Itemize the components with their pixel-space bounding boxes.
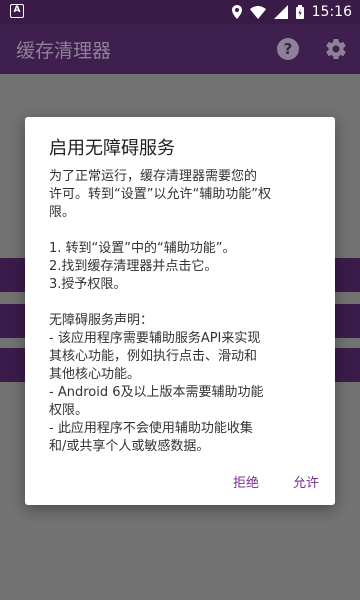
status-time: 15:16	[311, 4, 352, 20]
wifi-icon	[249, 5, 266, 19]
notice-heading: 无障碍服务声明：	[49, 313, 154, 328]
step-line: 3.授予权限。	[49, 277, 127, 292]
app-bar: 缓存清理器 ?	[0, 24, 360, 74]
location-icon	[231, 5, 242, 19]
notification-a-icon: A	[10, 4, 24, 18]
notice-line: - 该应用程序需要辅助服务API来实现	[49, 331, 261, 346]
dialog-title: 启用无障碍服务	[49, 138, 175, 159]
accessibility-dialog: 启用无障碍服务 为了正常运行，缓存清理器需要您的 许可。转到“设置”以允许“辅助…	[25, 117, 335, 505]
intro-line: 为了正常运行，缓存清理器需要您的	[49, 169, 258, 184]
step-line: 1. 转到“设置”中的“辅助功能”。	[49, 241, 236, 256]
help-icon: ?	[283, 40, 293, 58]
help-button[interactable]: ?	[277, 38, 299, 60]
notice-line: - Android 6及以上版本需要辅助功能	[49, 385, 264, 400]
deny-button[interactable]: 拒绝	[233, 472, 259, 491]
notice-line: 其核心功能，例如执行点击、滑动和	[49, 349, 258, 364]
dialog-message: 为了正常运行，缓存清理器需要您的 许可。转到“设置”以允许“辅助功能”权 限。 …	[49, 168, 319, 456]
battery-icon	[295, 5, 304, 19]
status-icons: 15:16	[231, 3, 352, 21]
status-bar: A 15:16	[0, 0, 360, 24]
intro-line: 许可。转到“设置”以允许“辅助功能”权	[49, 187, 271, 202]
signal-icon	[273, 5, 288, 19]
notice-line: 权限。	[49, 403, 89, 418]
notice-line: - 此应用程序不会使用辅助功能收集	[49, 421, 253, 436]
allow-button[interactable]: 允许	[293, 472, 319, 491]
notice-line: 其他核心功能。	[49, 367, 141, 382]
dialog-actions: 拒绝 允许	[233, 472, 319, 491]
step-line: 2.找到缓存清理器并点击它。	[49, 259, 218, 274]
notice-line: 和/或共享个人或敏感数据。	[49, 439, 210, 454]
app-title: 缓存清理器	[16, 40, 112, 62]
gear-icon	[326, 39, 346, 60]
settings-button[interactable]	[324, 37, 348, 61]
intro-line: 限。	[49, 205, 76, 220]
